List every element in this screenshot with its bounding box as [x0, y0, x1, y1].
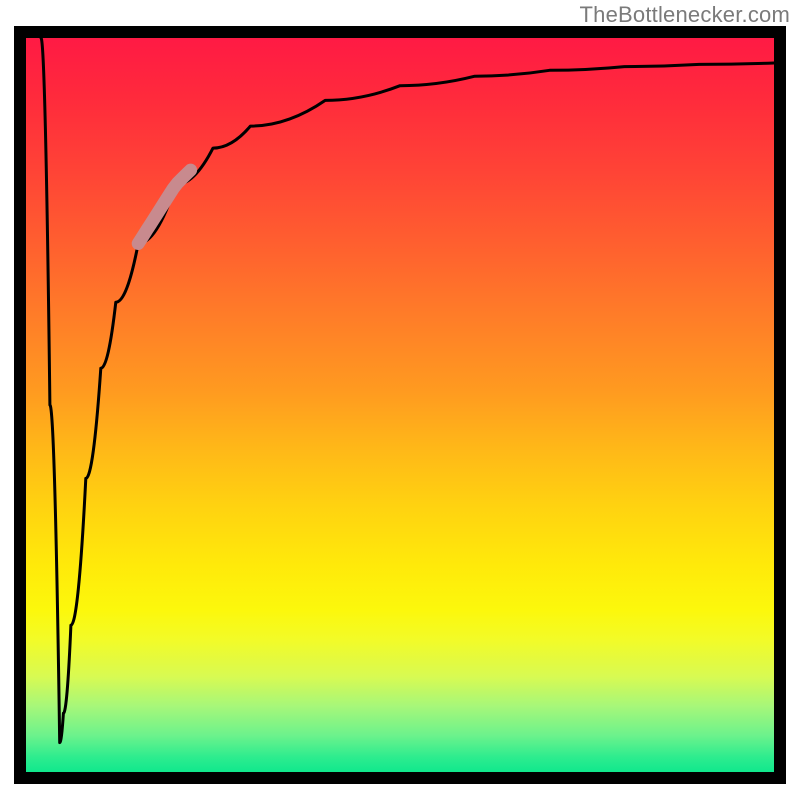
- bottleneck-curve: [41, 38, 774, 743]
- chart-plot-area: [26, 38, 774, 772]
- highlight-segment: [138, 170, 190, 243]
- watermark-text: TheBottlenecker.com: [580, 2, 790, 28]
- chart-frame: [14, 26, 786, 784]
- curve-svg: [26, 38, 774, 772]
- chart-container: TheBottlenecker.com: [0, 0, 800, 800]
